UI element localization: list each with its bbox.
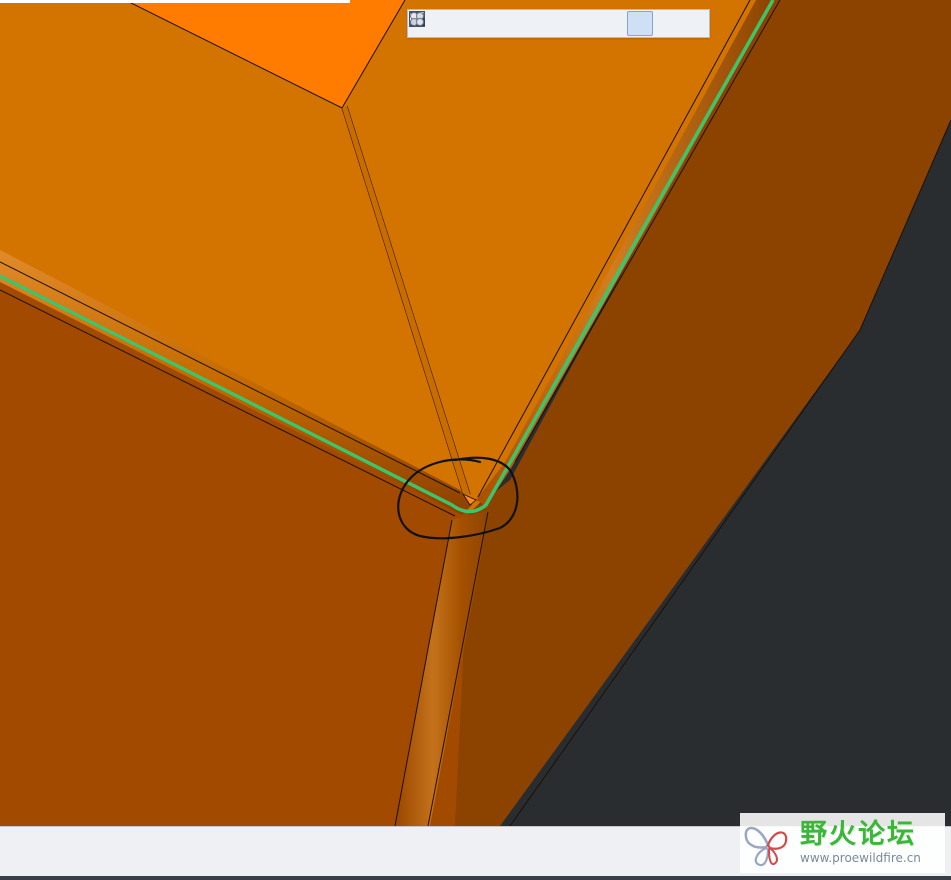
graphics-viewport[interactable]: x [0, 0, 951, 826]
watermark-url: www.proewildfire.cn [800, 851, 921, 865]
display-style-button[interactable] [410, 11, 545, 36]
app-window: x [0, 0, 951, 880]
spin-center-button[interactable] [410, 11, 653, 36]
model-scene [0, 0, 951, 826]
forum-watermark: 野火论坛 www.proewildfire.cn [740, 813, 945, 873]
view-manager-button[interactable] [409, 11, 599, 36]
saved-orientations-button[interactable] [409, 11, 572, 36]
butterfly-logo-icon [744, 826, 788, 867]
status-bar-bottom-edge [0, 876, 951, 880]
window-top-edge [0, 0, 350, 3]
watermark-text: 野火论坛 www.proewildfire.cn [800, 820, 921, 866]
appearance-gallery-icon [410, 12, 424, 26]
watermark-title: 野火论坛 [800, 819, 916, 850]
zoom-in-button[interactable] [409, 11, 464, 36]
datum-display-button[interactable]: x [409, 11, 626, 36]
annotation-display-button[interactable] [409, 11, 680, 36]
zoom-out-button[interactable] [409, 11, 491, 36]
appearance-gallery-button[interactable] [410, 11, 707, 36]
repaint-button[interactable] [409, 11, 518, 36]
view-toolbar: x [407, 9, 710, 38]
